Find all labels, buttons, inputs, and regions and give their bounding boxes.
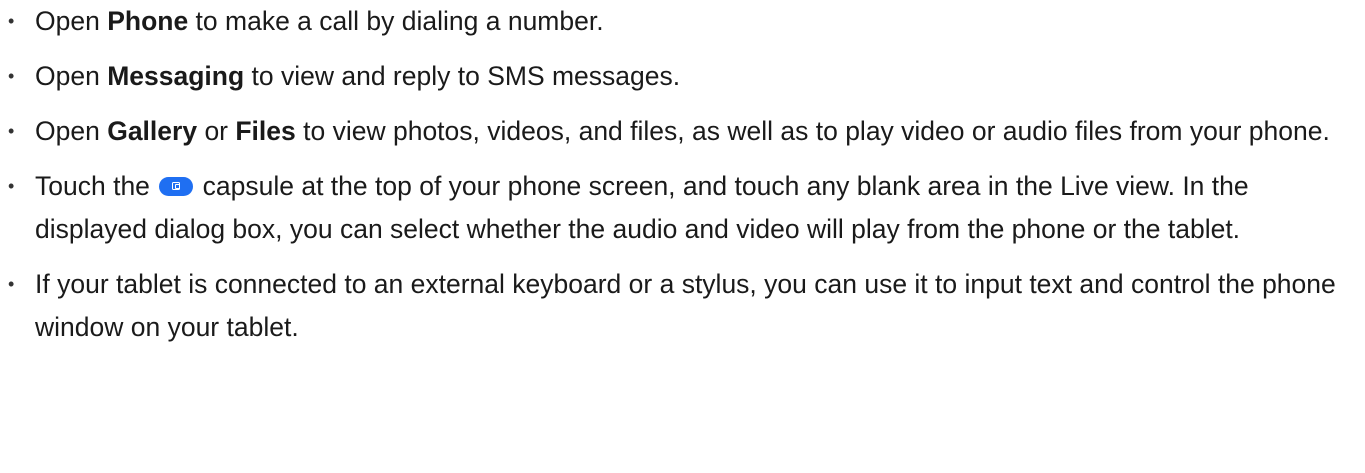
item-text-middle: or: [197, 116, 236, 146]
document-page: • Open Phone to make a call by dialing a…: [0, 0, 1365, 473]
item-app-name: Files: [235, 116, 296, 146]
bullet-dot-icon: •: [8, 274, 15, 294]
item-text-suffix: capsule at the top of your phone screen,…: [35, 171, 1249, 244]
list-item: • Open Phone to make a call by dialing a…: [0, 0, 1365, 43]
list-item: • Touch the capsule at the top of your p…: [0, 165, 1365, 251]
list-item: • Open Messaging to view and reply to SM…: [0, 55, 1365, 98]
bullet-dot-icon: •: [8, 176, 15, 196]
item-app-name: Messaging: [107, 61, 245, 91]
list-item: • Open Gallery or Files to view photos, …: [0, 110, 1365, 153]
item-text-prefix: Open: [35, 61, 108, 91]
item-text-prefix: Open: [35, 116, 108, 146]
item-text-suffix: to make a call by dialing a number.: [188, 6, 604, 36]
bullet-dot-icon: •: [8, 11, 15, 31]
item-text: If your tablet is connected to an extern…: [35, 269, 1336, 342]
bullet-dot-icon: •: [8, 66, 15, 86]
item-text-suffix: to view and reply to SMS messages.: [244, 61, 681, 91]
list-item: • If your tablet is connected to an exte…: [0, 263, 1365, 349]
item-app-name: Phone: [107, 6, 189, 36]
item-text-suffix: to view photos, videos, and files, as we…: [295, 116, 1330, 146]
item-text-prefix: Open: [35, 6, 108, 36]
item-app-name: Gallery: [107, 116, 198, 146]
capsule-icon: [159, 176, 194, 196]
bullet-dot-icon: •: [8, 121, 15, 141]
bullet-list: • Open Phone to make a call by dialing a…: [0, 0, 1365, 349]
item-text-prefix: Touch the: [35, 171, 158, 201]
